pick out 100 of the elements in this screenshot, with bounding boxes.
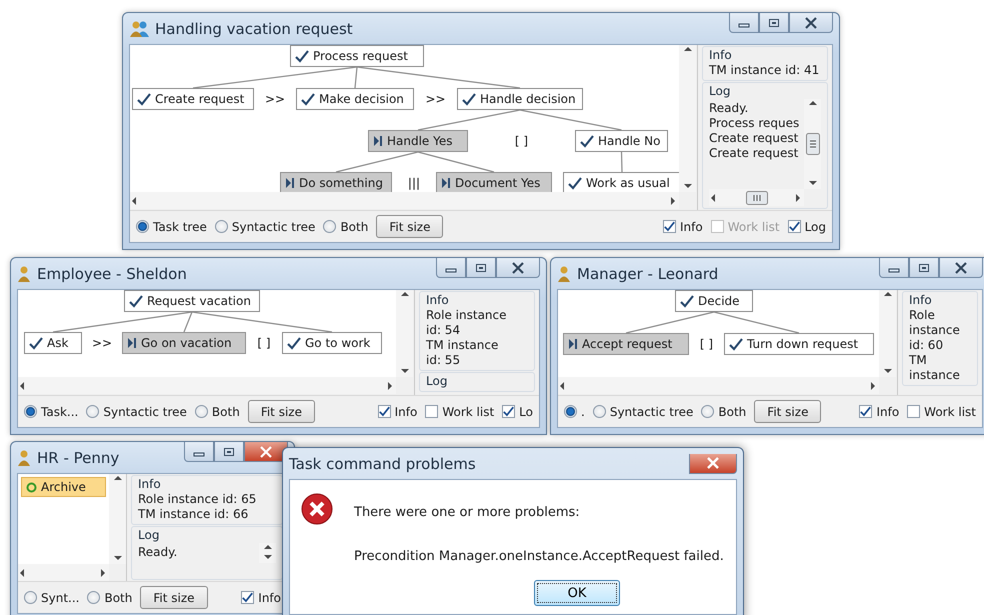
checkbox-icon — [663, 220, 676, 233]
view-radio[interactable]: Both — [701, 404, 746, 418]
view-radio[interactable]: Both — [87, 590, 132, 604]
view-radio[interactable]: Syntactic tree — [214, 220, 316, 234]
fit-size-button[interactable]: Fit size — [376, 215, 444, 238]
panel-checkbox[interactable]: Lo — [502, 404, 533, 418]
task-node[interactable]: Handle No — [575, 130, 668, 152]
task-node[interactable]: Create request — [132, 88, 254, 110]
info-text: instance — [909, 368, 961, 383]
check-icon — [568, 176, 582, 190]
task-node[interactable]: Work as usual — [563, 172, 679, 192]
dialog-title: Task command problems — [289, 454, 477, 472]
minimize-button[interactable] — [879, 258, 909, 278]
panel-checkbox[interactable]: Work list — [425, 404, 494, 418]
panel-title: Log — [138, 528, 160, 543]
task-node[interactable]: Go to work — [282, 332, 382, 354]
panel-checkbox[interactable]: Info — [241, 590, 281, 604]
panel-checkbox[interactable]: Info — [859, 404, 900, 418]
view-radio[interactable]: Both — [194, 404, 240, 418]
task-node[interactable]: Document Yes — [436, 172, 552, 192]
fit-size-button[interactable]: Fit size — [248, 400, 315, 423]
horizontal-scrollbar[interactable] — [558, 377, 879, 394]
close-button[interactable] — [496, 258, 540, 278]
view-radio[interactable]: Syntactic tree — [592, 404, 694, 418]
info-text: TM — [909, 353, 928, 368]
task-node[interactable]: Go on vacation — [122, 332, 246, 354]
checkbox-icon — [710, 220, 724, 233]
log-entry: Create request — [709, 131, 800, 146]
radio-icon — [136, 220, 149, 233]
window-title: Employee - Sheldon — [37, 264, 188, 282]
close-button[interactable] — [939, 258, 983, 278]
close-button[interactable] — [789, 13, 833, 33]
horizontal-scrollbar[interactable] — [130, 192, 679, 209]
task-node[interactable]: Request vacation — [124, 290, 260, 312]
minimize-button[interactable] — [184, 442, 214, 462]
task-node[interactable]: Do something — [280, 172, 392, 192]
radio-icon — [323, 220, 336, 233]
close-button[interactable] — [244, 442, 288, 462]
horizontal-scrollbar[interactable] — [18, 564, 109, 581]
task-node[interactable]: Ask — [24, 332, 82, 354]
radio-icon — [87, 591, 100, 604]
view-radio[interactable]: . — [564, 404, 585, 418]
tree-operator: >> — [92, 335, 112, 352]
radio-icon — [86, 405, 100, 418]
panel-checkbox[interactable]: Info — [663, 220, 703, 234]
view-radio[interactable]: Task tree — [136, 220, 207, 234]
maximize-button[interactable] — [466, 258, 496, 278]
horizontal-scrollbar[interactable] — [18, 377, 396, 394]
scroll-thumb[interactable] — [806, 133, 820, 155]
checkbox-icon — [425, 405, 438, 418]
close-button[interactable] — [689, 454, 737, 474]
panel-checkbox[interactable]: Info — [378, 404, 418, 418]
radio-icon — [24, 591, 37, 604]
maximize-button[interactable] — [909, 258, 939, 278]
view-radio[interactable]: Synt... — [24, 590, 80, 604]
fit-size-button[interactable]: Fit size — [754, 400, 822, 423]
minimize-button[interactable] — [436, 258, 466, 278]
person-icon — [557, 264, 571, 282]
view-radio[interactable]: Both — [323, 220, 368, 234]
panel-title: Info — [909, 293, 933, 308]
check-icon — [729, 338, 743, 350]
scroll-thumb[interactable] — [746, 190, 768, 204]
panel-checkbox[interactable]: Log — [788, 220, 826, 234]
list-item[interactable]: Archive — [21, 477, 106, 497]
ok-button[interactable]: OK — [534, 580, 620, 606]
vertical-scrollbar[interactable] — [109, 474, 126, 564]
task-node[interactable]: Accept request — [563, 333, 689, 355]
close-icon — [511, 262, 525, 274]
view-radio[interactable]: Syntactic tree — [86, 404, 187, 418]
maximize-icon — [475, 262, 487, 272]
panel-title: Info — [138, 477, 162, 492]
play-icon — [285, 177, 295, 189]
checkbox-icon — [788, 220, 801, 233]
task-node[interactable]: Turn down request — [724, 333, 874, 355]
check-icon — [301, 92, 315, 106]
vertical-scrollbar[interactable] — [679, 45, 696, 192]
fit-size-button[interactable]: Fit size — [140, 586, 208, 609]
vertical-scrollbar[interactable] — [879, 290, 896, 377]
panel-checkbox[interactable]: Work list — [907, 404, 976, 418]
task-node[interactable]: Handle decision — [457, 88, 583, 110]
minimize-button[interactable] — [729, 13, 759, 33]
info-text: id: 60 — [909, 338, 944, 353]
task-node[interactable]: Decide — [675, 290, 753, 312]
window-title: Handling vacation request — [155, 20, 354, 38]
maximize-button[interactable] — [214, 442, 244, 462]
view-radio[interactable]: Task... — [24, 404, 78, 418]
checkbox-icon — [502, 405, 516, 418]
vertical-scrollbar[interactable] — [259, 543, 276, 563]
task-node[interactable]: Handle Yes — [368, 130, 468, 152]
info-text: id: 55 — [426, 353, 462, 368]
info-text: TM instance id: 41 — [709, 63, 820, 78]
vertical-scrollbar[interactable] — [396, 290, 413, 377]
radio-icon — [194, 405, 208, 418]
checkbox-icon — [859, 405, 872, 418]
maximize-button[interactable] — [759, 13, 789, 33]
task-node[interactable]: Process request — [290, 45, 424, 67]
vertical-scrollbar[interactable] — [804, 99, 821, 189]
task-node[interactable]: Make decision — [296, 88, 414, 110]
horizontal-scrollbar[interactable] — [709, 189, 804, 206]
play-icon — [568, 338, 578, 350]
